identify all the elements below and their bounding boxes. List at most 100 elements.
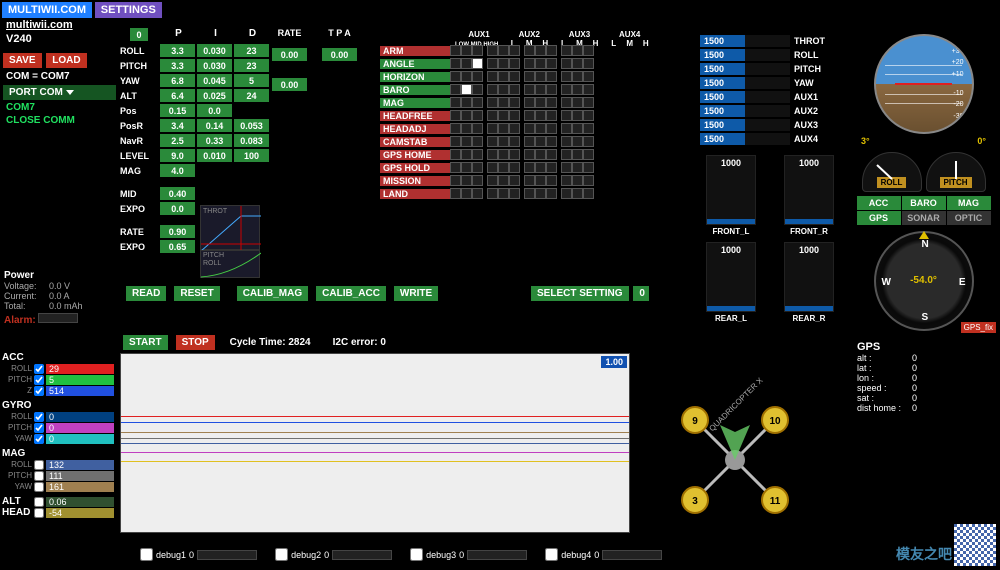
pid-YAW-i[interactable]: 0.045 (197, 74, 232, 87)
mode-MISSION-aux1-2[interactable] (472, 175, 483, 186)
read-button[interactable]: READ (126, 286, 166, 301)
mag-pitch-checkbox[interactable] (34, 471, 44, 481)
mode-CAMSTAB-aux2-2[interactable] (509, 136, 520, 147)
mode-GPS HOME-aux3-0[interactable] (524, 149, 535, 160)
mode-ARM-aux2-1[interactable] (498, 45, 509, 56)
mode-GPS HOME-aux3-1[interactable] (535, 149, 546, 160)
mode-ANGLE-aux2-0[interactable] (487, 58, 498, 69)
rate-value[interactable]: 0.90 (160, 225, 195, 238)
mode-HEADFREE-aux4-0[interactable] (561, 110, 572, 121)
mode-MISSION-aux2-1[interactable] (498, 175, 509, 186)
mode-MAG-aux1-0[interactable] (450, 97, 461, 108)
mode-LAND-aux3-0[interactable] (524, 188, 535, 199)
mode-HEADADJ-aux3-0[interactable] (524, 123, 535, 134)
mode-BARO-aux4-2[interactable] (583, 84, 594, 95)
mode-GPS HOLD-aux2-0[interactable] (487, 162, 498, 173)
mode-CAMSTAB-aux4-0[interactable] (561, 136, 572, 147)
mode-ARM-aux1-2[interactable] (472, 45, 483, 56)
mode-HEADFREE-aux3-2[interactable] (546, 110, 557, 121)
mode-GPS HOLD-aux1-2[interactable] (472, 162, 483, 173)
head-checkbox[interactable] (34, 508, 44, 518)
mode-BARO-aux4-0[interactable] (561, 84, 572, 95)
mode-LAND-aux3-2[interactable] (546, 188, 557, 199)
mode-GPS HOLD-aux4-0[interactable] (561, 162, 572, 173)
mode-HORIZON-aux3-0[interactable] (524, 71, 535, 82)
pid-ROLL-d[interactable]: 23 (234, 44, 269, 57)
pid-PosR-p[interactable]: 3.4 (160, 119, 195, 132)
mode-ARM-aux3-0[interactable] (524, 45, 535, 56)
mode-HEADADJ-aux1-0[interactable] (450, 123, 461, 134)
mode-ARM-aux4-0[interactable] (561, 45, 572, 56)
pid-LEVEL-d[interactable]: 100 (234, 149, 269, 162)
mode-GPS HOLD-aux4-1[interactable] (572, 162, 583, 173)
mode-MAG-aux1-1[interactable] (461, 97, 472, 108)
mode-HEADFREE-aux4-2[interactable] (583, 110, 594, 121)
mode-GPS HOME-aux1-1[interactable] (461, 149, 472, 160)
gyro-pitch-checkbox[interactable] (34, 423, 44, 433)
mode-HEADADJ-aux4-0[interactable] (561, 123, 572, 134)
alarm-input[interactable] (38, 313, 78, 323)
mode-ARM-aux4-2[interactable] (583, 45, 594, 56)
mode-MAG-aux2-2[interactable] (509, 97, 520, 108)
gyro-roll-checkbox[interactable] (34, 412, 44, 422)
mode-HEADADJ-aux2-0[interactable] (487, 123, 498, 134)
mode-HORIZON-aux3-1[interactable] (535, 71, 546, 82)
mode-GPS HOLD-aux2-1[interactable] (498, 162, 509, 173)
pid-NavR-d[interactable]: 0.083 (234, 134, 269, 147)
mode-BARO-aux1-0[interactable] (450, 84, 461, 95)
mode-LAND-aux2-1[interactable] (498, 188, 509, 199)
pid-Pos-p[interactable]: 0.15 (160, 104, 195, 117)
mode-HEADFREE-aux4-1[interactable] (572, 110, 583, 121)
mode-ANGLE-aux4-1[interactable] (572, 58, 583, 69)
mode-LAND-aux1-0[interactable] (450, 188, 461, 199)
mode-HEADFREE-aux1-1[interactable] (461, 110, 472, 121)
port-dropdown[interactable]: PORT COM (3, 85, 116, 100)
mode-MAG-aux3-1[interactable] (535, 97, 546, 108)
expo2-value[interactable]: 0.65 (160, 240, 195, 253)
mode-HEADFREE-aux1-0[interactable] (450, 110, 461, 121)
mode-GPS HOLD-aux4-2[interactable] (583, 162, 594, 173)
mode-BARO-aux1-1[interactable] (461, 84, 472, 95)
pid-YAW-p[interactable]: 6.8 (160, 74, 195, 87)
site-link[interactable]: multiwii.com (2, 18, 117, 32)
mode-ARM-aux2-2[interactable] (509, 45, 520, 56)
write-button[interactable]: WRITE (394, 286, 438, 301)
pid-PITCH-i[interactable]: 0.030 (197, 59, 232, 72)
mode-GPS HOLD-aux3-2[interactable] (546, 162, 557, 173)
mode-GPS HOME-aux1-0[interactable] (450, 149, 461, 160)
pid-PosR-i[interactable]: 0.14 (197, 119, 232, 132)
mode-HEADADJ-aux1-2[interactable] (472, 123, 483, 134)
pid-Pos-i[interactable]: 0.0 (197, 104, 232, 117)
mode-GPS HOME-aux2-1[interactable] (498, 149, 509, 160)
mode-GPS HOLD-aux1-0[interactable] (450, 162, 461, 173)
mode-HORIZON-aux1-2[interactable] (472, 71, 483, 82)
mode-ARM-aux1-0[interactable] (450, 45, 461, 56)
mode-HEADADJ-aux3-1[interactable] (535, 123, 546, 134)
reset-button[interactable]: RESET (174, 286, 219, 301)
mode-CAMSTAB-aux3-1[interactable] (535, 136, 546, 147)
mode-LAND-aux2-2[interactable] (509, 188, 520, 199)
debug1-checkbox[interactable] (140, 548, 153, 561)
pid-LEVEL-i[interactable]: 0.010 (197, 149, 232, 162)
load-button[interactable]: LOAD (46, 53, 86, 68)
mode-ANGLE-aux1-1[interactable] (461, 58, 472, 69)
close-comm-button[interactable]: CLOSE COMM (2, 114, 117, 127)
mode-HORIZON-aux4-1[interactable] (572, 71, 583, 82)
tpa-value[interactable]: 0.00 (322, 48, 357, 61)
select-setting-button[interactable]: SELECT SETTING (531, 286, 629, 301)
pid-PITCH-d[interactable]: 23 (234, 59, 269, 72)
mode-MAG-aux4-0[interactable] (561, 97, 572, 108)
mode-GPS HOLD-aux3-0[interactable] (524, 162, 535, 173)
mode-ANGLE-aux3-0[interactable] (524, 58, 535, 69)
mode-MISSION-aux4-1[interactable] (572, 175, 583, 186)
mode-ANGLE-aux2-2[interactable] (509, 58, 520, 69)
mode-HEADADJ-aux4-2[interactable] (583, 123, 594, 134)
mode-MISSION-aux4-0[interactable] (561, 175, 572, 186)
mode-MISSION-aux1-1[interactable] (461, 175, 472, 186)
mode-CAMSTAB-aux1-0[interactable] (450, 136, 461, 147)
setting-value[interactable]: 0 (633, 286, 649, 301)
mode-MISSION-aux4-2[interactable] (583, 175, 594, 186)
mode-HORIZON-aux2-2[interactable] (509, 71, 520, 82)
mode-ARM-aux4-1[interactable] (572, 45, 583, 56)
mode-CAMSTAB-aux3-0[interactable] (524, 136, 535, 147)
